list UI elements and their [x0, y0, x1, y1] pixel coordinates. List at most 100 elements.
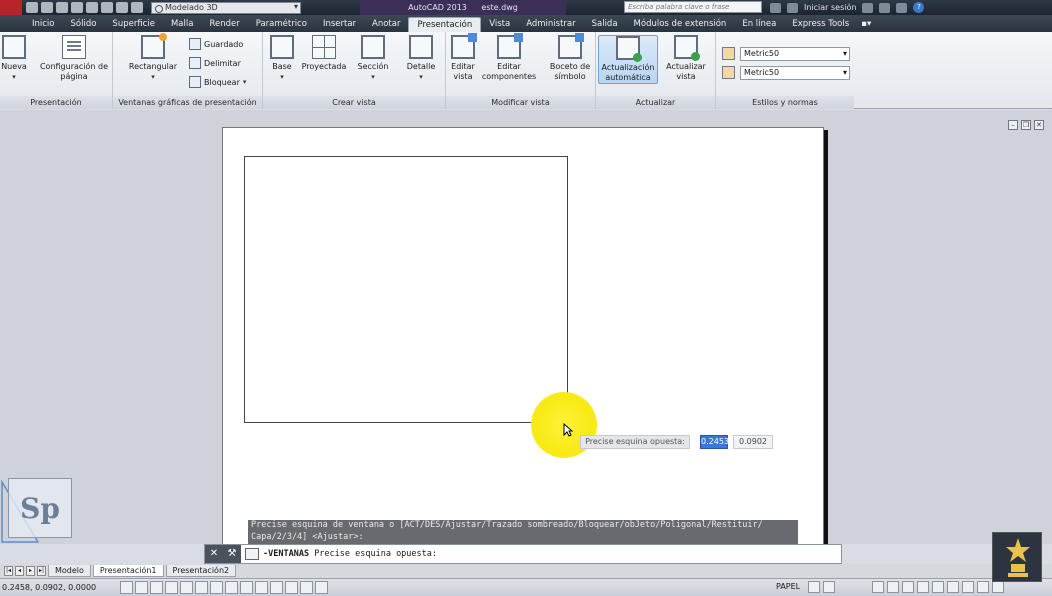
edit-components-button[interactable]: Editar componentes	[478, 33, 540, 82]
dyn-icon[interactable]	[255, 581, 268, 594]
restore-icon[interactable]: ❐	[1021, 120, 1031, 130]
last-tab-icon[interactable]: ▸|	[37, 566, 46, 576]
save-as-icon[interactable]	[71, 2, 83, 13]
print-icon[interactable]	[101, 2, 113, 13]
tab-insertar[interactable]: Insertar	[315, 17, 364, 32]
dropdown-icon[interactable]	[862, 2, 874, 13]
community-icon[interactable]	[896, 2, 908, 13]
wrench-icon[interactable]: ⚒	[223, 545, 241, 563]
tab-administrar[interactable]: Administrar	[518, 17, 583, 32]
page-setup-button[interactable]: Configuración de página	[36, 35, 112, 82]
tab-módulos-de-extensión[interactable]: Módulos de extensión	[626, 17, 735, 32]
saved-viewport-icon	[189, 38, 201, 50]
quick-properties-icon[interactable]	[300, 581, 313, 594]
search-input[interactable]: Escriba palabra clave o frase	[624, 1, 762, 13]
tab-malla[interactable]: Malla	[163, 17, 201, 32]
grid-icon[interactable]	[150, 581, 163, 594]
snap-icon[interactable]	[135, 581, 148, 594]
viewport-scale-icon[interactable]	[823, 581, 835, 593]
app-name: AutoCAD 2013	[408, 3, 467, 12]
tab-vista[interactable]: Vista	[481, 17, 518, 32]
user-icon[interactable]	[787, 2, 798, 13]
binoculars-icon[interactable]	[770, 2, 781, 13]
tab-superficie[interactable]: Superficie	[104, 17, 163, 32]
drawing-area[interactable]: Precise esquina opuesta: 0.2453 0.0902 –…	[0, 110, 1052, 557]
isolate-objects-icon[interactable]	[962, 581, 974, 593]
tab-anotar[interactable]: Anotar	[364, 17, 408, 32]
auto-scale-icon[interactable]	[902, 581, 914, 593]
chevron-down-icon: ▾	[419, 73, 423, 81]
ortho-icon[interactable]	[165, 581, 178, 594]
coordinates-readout[interactable]: 0.2458, 0.0902, 0.0000	[0, 583, 120, 592]
edit-view-button[interactable]: Editar vista	[448, 33, 478, 82]
infer-constraints-icon[interactable]	[120, 581, 133, 594]
tab-presentación[interactable]: Presentación	[408, 17, 482, 32]
ducs-icon[interactable]	[240, 581, 253, 594]
tab-inicio[interactable]: Inicio	[24, 17, 63, 32]
otrack-icon[interactable]	[225, 581, 238, 594]
minimize-icon[interactable]: –	[1008, 120, 1018, 130]
annotation-visibility-icon[interactable]	[887, 581, 899, 593]
detail-view-button[interactable]: Detalle ▾	[401, 35, 441, 82]
annotation-scale-icon[interactable]	[872, 581, 884, 593]
first-tab-icon[interactable]: |◂	[4, 566, 13, 576]
osnap-icon[interactable]	[195, 581, 208, 594]
3dosnap-icon[interactable]	[210, 581, 223, 594]
redo-icon[interactable]	[131, 2, 143, 13]
rectangular-viewport-button[interactable]: Rectangular ▾	[125, 33, 181, 82]
tab-paramétrico[interactable]: Paramétrico	[248, 17, 315, 32]
close-icon[interactable]: ✕	[1034, 120, 1044, 130]
tab-presentacion1[interactable]: Presentación1	[92, 565, 164, 577]
section-style-select[interactable]: Metric50	[740, 47, 850, 61]
close-icon[interactable]: ✕	[205, 545, 223, 563]
help-icon[interactable]: ?	[913, 2, 925, 13]
signin-button[interactable]: Iniciar sesión	[804, 3, 856, 12]
prev-tab-icon[interactable]: ◂	[15, 566, 24, 576]
exchange-icon[interactable]	[879, 2, 891, 13]
maximize-viewport-icon[interactable]	[808, 581, 820, 593]
auto-update-button[interactable]: Actualización automática	[598, 35, 658, 84]
named-viewports-button[interactable]: Guardado	[189, 38, 243, 50]
next-tab-icon[interactable]: ▸	[26, 566, 35, 576]
tab-presentacion2[interactable]: Presentación2	[165, 565, 237, 577]
status-menu-icon[interactable]	[977, 581, 989, 593]
edit-view-icon	[451, 33, 477, 59]
tab-modelo[interactable]: Modelo	[48, 565, 91, 577]
command-input[interactable]: -VENTANAS Precise esquina opuesta:	[263, 549, 437, 559]
lineweight-icon[interactable]	[270, 581, 283, 594]
symbol-sketch-button[interactable]: Boceto de símbolo	[546, 33, 594, 82]
workspace-select[interactable]: Modelado 3D	[151, 1, 301, 14]
clip-viewport-button[interactable]: Delimitar	[189, 57, 241, 69]
save-icon[interactable]	[56, 2, 68, 13]
selection-cycling-icon[interactable]	[315, 581, 328, 594]
update-view-button[interactable]: Actualizar vista	[662, 35, 710, 82]
lock-ui-icon[interactable]	[932, 581, 944, 593]
open-file-icon[interactable]	[41, 2, 53, 13]
lock-viewport-button[interactable]: Bloquear ▾	[189, 76, 246, 88]
detail-style-select[interactable]: Metric50	[740, 66, 850, 80]
paper-space-toggle[interactable]: PAPEL	[776, 582, 800, 591]
tab-en-línea[interactable]: En línea	[734, 17, 784, 32]
tab-sólido[interactable]: Sólido	[63, 17, 105, 32]
dynamic-input-y[interactable]: 0.0902	[733, 435, 773, 449]
autocad-logo-icon[interactable]	[0, 0, 22, 15]
new-file-icon[interactable]	[26, 2, 38, 13]
edit-view-label-1: Editar	[451, 62, 475, 71]
base-view-button[interactable]: Base ▾	[267, 35, 297, 82]
projected-view-button[interactable]: Proyectada	[299, 35, 349, 72]
ribbon-options-icon[interactable]: ▪▾	[857, 17, 875, 32]
tab-express-tools[interactable]: Express Tools	[784, 17, 857, 32]
transparency-icon[interactable]	[285, 581, 298, 594]
command-line[interactable]: ✕ ⚒ -VENTANAS Precise esquina opuesta:	[204, 544, 842, 564]
polar-icon[interactable]	[180, 581, 193, 594]
tab-render[interactable]: Render	[201, 17, 247, 32]
hardware-accel-icon[interactable]	[947, 581, 959, 593]
detalle-label: Detalle	[406, 62, 436, 71]
workspace-switch-icon[interactable]	[917, 581, 929, 593]
plot-icon[interactable]	[86, 2, 98, 13]
new-layout-button[interactable]: Nueva ▾	[0, 35, 28, 82]
undo-icon[interactable]	[116, 2, 128, 13]
dynamic-input-x[interactable]: 0.2453	[700, 435, 729, 449]
tab-salida[interactable]: Salida	[584, 17, 626, 32]
section-view-button[interactable]: Sección ▾	[353, 35, 393, 82]
